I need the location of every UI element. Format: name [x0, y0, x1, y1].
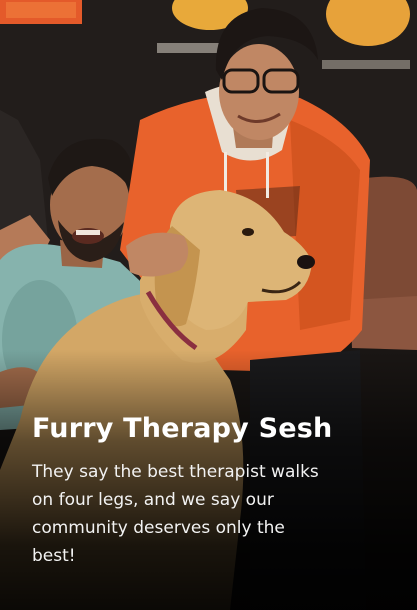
event-title: Furry Therapy Sesh	[32, 413, 333, 444]
dog-eye	[242, 228, 254, 236]
event-description: They say the best therapist walks on fou…	[32, 462, 319, 566]
orange-banner-inner	[6, 2, 76, 18]
dog-nose	[297, 255, 315, 269]
man-teeth	[76, 230, 100, 235]
hoodie-string-right	[266, 152, 269, 198]
caption: Furry Therapy Sesh They say the best the…	[32, 412, 393, 570]
wall-text-strip-1	[157, 43, 219, 53]
event-card[interactable]: Furry Therapy Sesh They say the best the…	[0, 0, 417, 610]
wall-text-strip-2	[322, 60, 410, 69]
